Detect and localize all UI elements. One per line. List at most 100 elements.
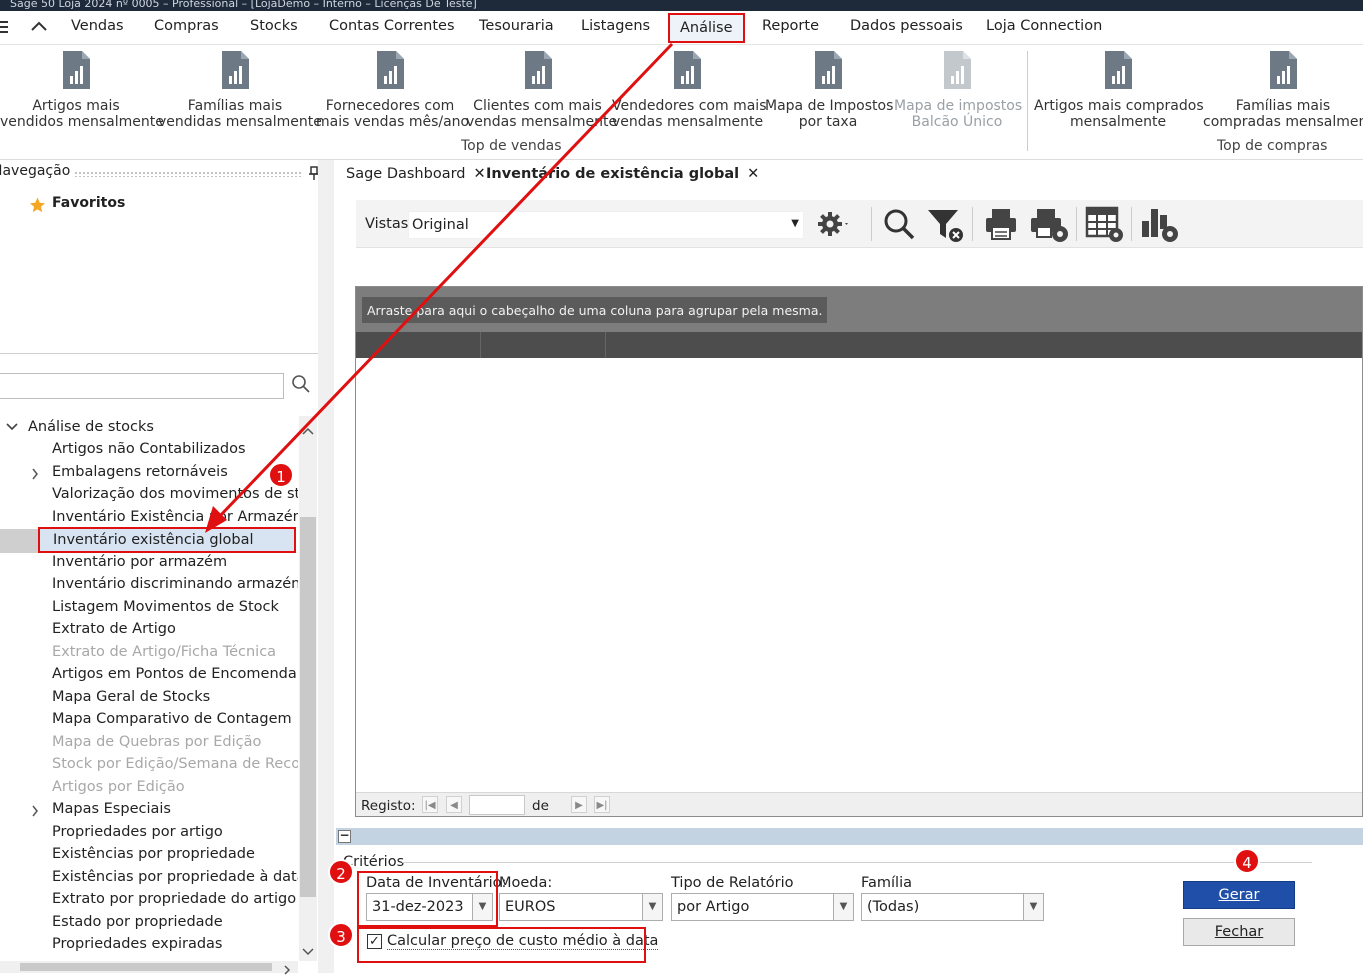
document-tabs: Sage Dashboard ✕ Inventário de existência… bbox=[334, 163, 1363, 189]
tree-item[interactable]: Inventário Existência por Armazém bbox=[52, 509, 298, 525]
of-label: de bbox=[532, 798, 549, 814]
chart-settings-icon[interactable] bbox=[1140, 205, 1178, 243]
tree-item[interactable]: Propriedades expiradas bbox=[52, 936, 222, 952]
chevron-down-icon[interactable]: ▼ bbox=[1023, 894, 1043, 920]
ribbon-familias-mais-vendidas[interactable]: Famílias mais vendidas mensalmente bbox=[158, 50, 322, 130]
ribbon-label: Artigos mais bbox=[32, 98, 120, 114]
ribbon-artigos-mais-vendidos[interactable]: Artigos mais vendidos mensalmente bbox=[0, 50, 164, 130]
tree-item[interactable]: Extrato de Artigo bbox=[52, 621, 176, 637]
pane-splitter[interactable] bbox=[318, 160, 334, 973]
nav-search-input[interactable] bbox=[0, 373, 284, 399]
nav-scroll-thumb[interactable] bbox=[300, 517, 316, 897]
ribbon-clientes-mais-vendas[interactable]: Clientes com mais vendas mensalmente bbox=[466, 50, 617, 130]
report-type-value: por Artigo bbox=[677, 899, 750, 915]
report-chart-icon bbox=[377, 51, 404, 89]
ribbon-label: Vendedores com mais bbox=[612, 98, 767, 114]
criteria-divider bbox=[402, 862, 1312, 863]
table-settings-icon[interactable] bbox=[1085, 205, 1123, 243]
views-select[interactable]: Original ▼ bbox=[408, 211, 804, 239]
favorites-label[interactable]: Favoritos bbox=[52, 195, 125, 211]
ribbon-label: por taxa bbox=[798, 114, 858, 130]
scroll-up-icon[interactable] bbox=[302, 423, 314, 439]
tree-item[interactable]: Artigos não Contabilizados bbox=[52, 441, 246, 457]
menu-contas-correntes[interactable]: Contas Correntes bbox=[329, 18, 455, 34]
ribbon-fornecedores-mais-vendas[interactable]: Fornecedores com mais vendas mês/ano bbox=[316, 50, 469, 130]
tree-item[interactable]: Embalagens retornáveis bbox=[52, 464, 228, 480]
tree-item[interactable]: Valorização dos movimentos de stock bbox=[52, 486, 298, 502]
toolbar-separator bbox=[1131, 207, 1132, 241]
gear-icon[interactable] bbox=[815, 205, 851, 243]
tree-item-selected[interactable]: Inventário existência global bbox=[38, 527, 296, 553]
nav-header-grip bbox=[74, 171, 302, 177]
menu-compras[interactable]: Compras bbox=[154, 18, 219, 34]
hamburger-icon[interactable] bbox=[0, 19, 10, 35]
tab-inventario-existencia-global[interactable]: Inventário de existência global ✕ bbox=[486, 166, 759, 182]
menu-tesouraria[interactable]: Tesouraria bbox=[479, 18, 554, 34]
collapse-ribbon-icon[interactable] bbox=[30, 20, 48, 36]
tree-item[interactable]: Estado por propriedade bbox=[52, 914, 223, 930]
previous-record-icon[interactable]: ◀ bbox=[446, 796, 462, 813]
ribbon-label: mensalmente bbox=[1069, 114, 1167, 130]
tree-item[interactable]: Mapas Especiais bbox=[52, 801, 171, 817]
tree-item[interactable]: Mapa Comparativo de Contagem bbox=[52, 711, 292, 727]
close-icon[interactable]: ✕ bbox=[747, 166, 759, 182]
collapse-criteria-icon[interactable]: − bbox=[338, 829, 351, 843]
tree-item[interactable]: Extrato por propriedade do artigo bbox=[52, 891, 296, 907]
filter-clear-icon[interactable] bbox=[926, 205, 963, 243]
family-select[interactable]: (Todas) ▼ bbox=[861, 893, 1044, 921]
tab-sage-dashboard[interactable]: Sage Dashboard ✕ bbox=[346, 166, 486, 182]
ribbon-label: Mapa de impostos bbox=[894, 98, 1023, 114]
tree-item[interactable]: Listagem Movimentos de Stock bbox=[52, 599, 279, 615]
last-record-icon[interactable]: ▶| bbox=[594, 796, 610, 813]
ribbon-familias-mais-compradas[interactable]: Famílias maiscompradas mensalmente bbox=[1203, 50, 1363, 130]
chevron-down-icon[interactable] bbox=[6, 421, 18, 436]
tree-item[interactable]: Inventário discriminando armazéns bbox=[52, 576, 298, 592]
menu-vendas[interactable]: Vendas bbox=[71, 18, 124, 34]
menu-listagens[interactable]: Listagens bbox=[581, 18, 650, 34]
ribbon-mapa-impostos-taxa[interactable]: Mapa de Impostos por taxa bbox=[765, 50, 893, 130]
ribbon-label: vendidas mensalmente bbox=[158, 114, 322, 130]
ribbon-vendedores-mais-vendas[interactable]: Vendedores com mais vendas mensalmente bbox=[612, 50, 767, 130]
close-icon[interactable]: ✕ bbox=[474, 166, 486, 182]
tab-label: Sage Dashboard bbox=[346, 166, 466, 182]
chevron-down-icon[interactable]: ▼ bbox=[833, 894, 853, 920]
scroll-right-icon[interactable] bbox=[283, 963, 291, 979]
nav-hscroll-thumb[interactable] bbox=[20, 963, 272, 971]
step-badge-4: 4 bbox=[1234, 848, 1260, 874]
menu-dados-pessoais[interactable]: Dados pessoais bbox=[850, 18, 963, 34]
chevron-down-icon[interactable]: ▼ bbox=[642, 894, 662, 920]
generate-button[interactable]: Gerar bbox=[1183, 881, 1295, 909]
report-type-select[interactable]: por Artigo ▼ bbox=[671, 893, 854, 921]
scroll-down-icon[interactable] bbox=[302, 944, 314, 960]
tree-item[interactable]: Inventário por armazém bbox=[52, 554, 227, 570]
tree-item[interactable]: Existências por propriedade bbox=[52, 846, 255, 862]
tree-item[interactable]: Artigos em Pontos de Encomenda bbox=[52, 666, 297, 682]
search-icon[interactable] bbox=[881, 205, 917, 243]
currency-select[interactable]: EUROS ▼ bbox=[499, 893, 663, 921]
print-icon[interactable] bbox=[984, 205, 1020, 243]
chevron-right-icon[interactable] bbox=[31, 468, 39, 484]
next-record-icon[interactable]: ▶ bbox=[571, 796, 587, 813]
tree-root-analise-stocks[interactable]: Análise de stocks bbox=[28, 419, 154, 435]
grid-column-header[interactable] bbox=[356, 332, 1362, 358]
tree-item[interactable]: Mapa Geral de Stocks bbox=[52, 689, 210, 705]
print-settings-icon[interactable] bbox=[1029, 205, 1068, 243]
tree-item[interactable]: Propriedades por artigo bbox=[52, 824, 223, 840]
search-icon[interactable] bbox=[291, 374, 315, 398]
group-by-band[interactable]: Arraste para aqui o cabeçalho de uma col… bbox=[356, 287, 1362, 332]
family-value: (Todas) bbox=[867, 899, 920, 915]
chevron-right-icon[interactable] bbox=[31, 805, 39, 821]
ribbon-artigos-mais-comprados[interactable]: Artigos mais comprados mensalmente bbox=[1034, 50, 1204, 130]
menu-reporte[interactable]: Reporte bbox=[762, 18, 819, 34]
ribbon-label: vendas mensalmente bbox=[612, 114, 764, 130]
menu-stocks[interactable]: Stocks bbox=[250, 18, 298, 34]
tree-item[interactable]: Existências por propriedade à data bbox=[52, 869, 298, 885]
menu-analise[interactable]: Análise bbox=[668, 13, 745, 43]
results-grid: Arraste para aqui o cabeçalho de uma col… bbox=[355, 286, 1363, 817]
menu-loja-connection[interactable]: Loja Connection bbox=[986, 18, 1102, 34]
first-record-icon[interactable]: |◀ bbox=[422, 796, 438, 813]
report-chart-icon bbox=[222, 51, 249, 89]
record-number-input[interactable] bbox=[469, 795, 525, 815]
ribbon-label: Clientes com mais bbox=[473, 98, 602, 114]
close-button[interactable]: Fechar bbox=[1183, 918, 1295, 946]
